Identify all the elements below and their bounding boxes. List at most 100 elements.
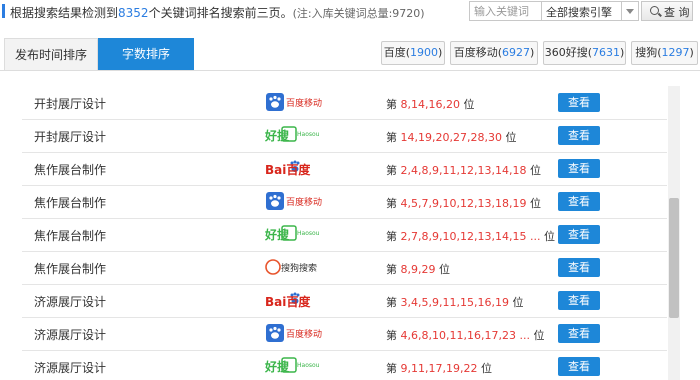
rank-prefix: 第 bbox=[386, 164, 397, 177]
chip-count: 1900 bbox=[410, 46, 438, 59]
rank-suffix: 位 bbox=[533, 329, 545, 342]
rank-values: 4,6,8,10,11,16,17,23 ... bbox=[400, 329, 530, 342]
chip-count: 7631 bbox=[592, 46, 620, 59]
tab-word-count-sort[interactable]: 字数排序 bbox=[98, 38, 194, 70]
table-row: 焦作展台制作 百度移动 第 4,5,7,9,10,12,13,18,19 位 查看 bbox=[22, 185, 667, 219]
haosou-logo-icon: 好搜 Haosou bbox=[265, 125, 325, 145]
row-rank-positions: 第 8,9,29 位 bbox=[386, 261, 450, 277]
rank-suffix: 位 bbox=[505, 131, 517, 144]
row-keyword: 焦作展台制作 bbox=[34, 229, 107, 243]
table-row: 焦作展台制作 Bai百度 第 2,4,8,9,11,12,13,14,18 位 查看 bbox=[22, 152, 667, 186]
view-button[interactable]: 查看 bbox=[558, 192, 600, 211]
rank-suffix: 位 bbox=[512, 296, 524, 309]
rank-prefix: 第 bbox=[386, 98, 397, 111]
view-button[interactable]: 查看 bbox=[558, 324, 600, 343]
summary-prefix: 根据搜索结果检测到 bbox=[10, 6, 119, 20]
rank-suffix: 位 bbox=[529, 164, 541, 177]
engine-logo-subtext: Haosou bbox=[297, 131, 320, 138]
rank-values: 14,19,20,27,28,30 bbox=[400, 131, 502, 144]
rank-values: 4,5,7,9,10,12,13,18,19 bbox=[400, 197, 527, 210]
rank-values: 9,11,17,19,22 bbox=[400, 362, 478, 375]
row-keyword: 开封展厅设计 bbox=[34, 97, 107, 111]
tab-publish-time-sort[interactable]: 发布时间排序 bbox=[4, 38, 98, 70]
summary-text: 根据搜索结果检测到8352个关键词排名搜索前三页。(注:入库关键词总量:9720… bbox=[10, 4, 425, 21]
rank-prefix: 第 bbox=[386, 329, 397, 342]
view-button[interactable]: 查看 bbox=[558, 93, 600, 112]
rank-prefix: 第 bbox=[386, 362, 397, 375]
row-keyword: 济源展厅设计 bbox=[34, 295, 107, 309]
table-row: 济源展厅设计 好搜 Haosou 第 9,11,17,19,22 位 查看 bbox=[22, 350, 667, 380]
row-rank-positions: 第 2,4,8,9,11,12,13,14,18 位 bbox=[386, 162, 541, 178]
chip-name: 360好搜 bbox=[544, 46, 588, 59]
engine-logo-text: 好搜 bbox=[265, 228, 290, 242]
rank-values: 3,4,5,9,11,15,16,19 bbox=[400, 296, 509, 309]
rank-suffix: 位 bbox=[480, 362, 492, 375]
chip-sogou[interactable]: 搜狗(1297) bbox=[631, 41, 698, 65]
chip-name: 搜狗 bbox=[635, 46, 658, 59]
engine-logo-subtext: Haosou bbox=[297, 230, 320, 237]
row-rank-positions: 第 14,19,20,27,28,30 位 bbox=[386, 129, 516, 145]
rank-suffix: 位 bbox=[543, 230, 555, 243]
chip-baidu-mobile[interactable]: 百度移动(6927) bbox=[450, 41, 538, 65]
summary-suffix: 个关键词排名搜索前三页。 bbox=[148, 6, 293, 20]
row-keyword: 开封展厅设计 bbox=[34, 130, 107, 144]
view-button[interactable]: 查看 bbox=[558, 357, 600, 376]
row-keyword: 焦作展台制作 bbox=[34, 262, 107, 276]
rank-prefix: 第 bbox=[386, 263, 397, 276]
engine-select[interactable]: 全部搜索引擎 bbox=[541, 1, 639, 21]
table-row: 开封展厅设计 百度移动 第 8,14,16,20 位 查看 bbox=[22, 86, 667, 120]
engine-logo-text: Bai百度 bbox=[265, 163, 311, 177]
rank-values: 2,4,8,9,11,12,13,14,18 bbox=[400, 164, 527, 177]
keyword-count: 8352 bbox=[118, 6, 149, 20]
table-row: 开封展厅设计 好搜 Haosou 第 14,19,20,27,28,30 位 查看 bbox=[22, 119, 667, 153]
chip-name: 百度移动 bbox=[453, 46, 498, 59]
chip-baidu[interactable]: 百度(1900) bbox=[381, 41, 445, 65]
rank-values: 2,7,8,9,10,12,13,14,15 ... bbox=[400, 230, 541, 243]
row-rank-positions: 第 3,4,5,9,11,15,16,19 位 bbox=[386, 294, 523, 310]
view-button[interactable]: 查看 bbox=[558, 225, 600, 244]
row-keyword: 济源展厅设计 bbox=[34, 328, 107, 342]
summary-accent bbox=[2, 4, 5, 18]
sogou-logo-icon: 搜狗搜索 bbox=[265, 257, 325, 277]
row-keyword: 济源展厅设计 bbox=[34, 361, 107, 375]
row-rank-positions: 第 4,5,7,9,10,12,13,18,19 位 bbox=[386, 195, 541, 211]
table-row: 焦作展台制作 搜狗搜索 第 8,9,29 位 查看 bbox=[22, 251, 667, 285]
rank-prefix: 第 bbox=[386, 230, 397, 243]
haosou-logo-icon: 好搜 Haosou bbox=[265, 224, 325, 244]
engine-logo-text: 百度移动 bbox=[286, 99, 323, 109]
row-keyword: 焦作展台制作 bbox=[34, 196, 107, 210]
query-button-label: 查 询 bbox=[664, 6, 690, 19]
row-keyword: 焦作展台制作 bbox=[34, 163, 107, 177]
baidu-mobile-logo-icon: 百度移动 bbox=[265, 191, 325, 211]
chip-count: 1297 bbox=[661, 46, 690, 59]
chevron-down-icon[interactable] bbox=[621, 2, 638, 20]
view-button[interactable]: 查看 bbox=[558, 126, 600, 145]
engine-logo-text: 好搜 bbox=[265, 360, 290, 374]
table-row: 焦作展台制作 好搜 Haosou 第 2,7,8,9,10,12,13,14,15 .… bbox=[22, 218, 667, 252]
view-button[interactable]: 查看 bbox=[558, 159, 600, 178]
rank-prefix: 第 bbox=[386, 296, 397, 309]
query-button[interactable]: 查 询 bbox=[641, 1, 693, 21]
vertical-scrollbar[interactable] bbox=[668, 86, 680, 380]
total-note: (注:入库关键词总量:9720) bbox=[292, 7, 425, 20]
haosou-logo-icon: 好搜 Haosou bbox=[265, 356, 325, 376]
baidu-mobile-logo-icon: 百度移动 bbox=[265, 92, 325, 112]
engine-logo-text: 百度移动 bbox=[286, 330, 323, 340]
rank-prefix: 第 bbox=[386, 197, 397, 210]
engine-logo-text: 好搜 bbox=[265, 129, 290, 143]
table-row: 济源展厅设计 百度移动 第 4,6,8,10,11,16,17,23 ... 位查看 bbox=[22, 317, 667, 351]
engine-logo-subtext: Haosou bbox=[297, 362, 320, 369]
chip-name: 百度 bbox=[383, 46, 406, 59]
chip-360-haosou[interactable]: 360好搜(7631) bbox=[543, 41, 626, 65]
scrollbar-thumb[interactable] bbox=[669, 198, 679, 318]
view-button[interactable]: 查看 bbox=[558, 291, 600, 310]
baidu-logo-icon: Bai百度 bbox=[265, 290, 325, 310]
rank-suffix: 位 bbox=[439, 263, 450, 276]
engine-logo-text: 百度移动 bbox=[286, 198, 323, 208]
search-icon bbox=[650, 6, 659, 15]
view-button[interactable]: 查看 bbox=[558, 258, 600, 277]
keyword-search-input[interactable] bbox=[469, 1, 547, 21]
summary-bar: 根据搜索结果检测到8352个关键词排名搜索前三页。(注:入库关键词总量:9720… bbox=[0, 0, 700, 22]
rank-values: 8,9,29 bbox=[400, 263, 436, 276]
row-rank-positions: 第 2,7,8,9,10,12,13,14,15 ... 位 bbox=[386, 228, 555, 244]
